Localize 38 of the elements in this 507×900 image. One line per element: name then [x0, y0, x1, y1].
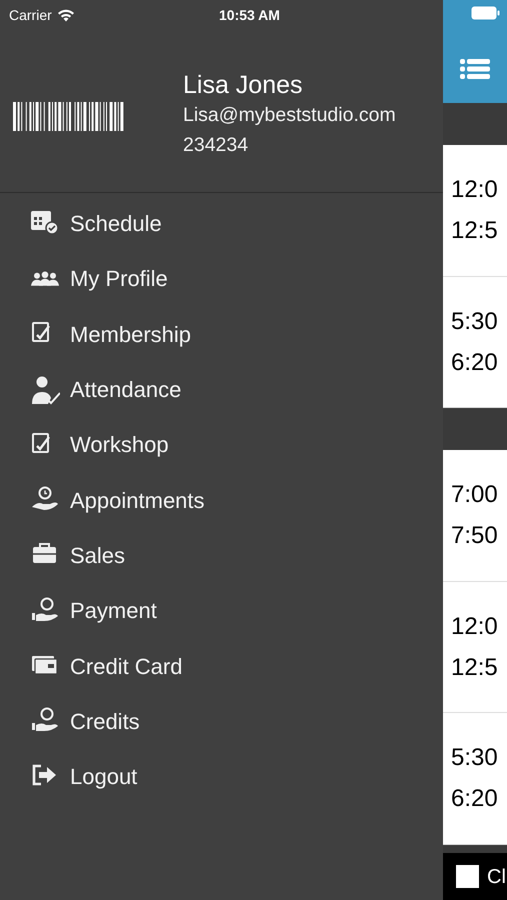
class-row[interactable]: 7:00 7:50	[443, 450, 507, 582]
carrier-label: Carrier	[9, 6, 52, 24]
start-time: 12:0	[451, 612, 499, 642]
menu-item[interactable]: Credit Card	[0, 638, 443, 694]
class-row[interactable]: 5:30 6:20	[443, 276, 507, 408]
end-time: 6:20	[451, 348, 499, 378]
menu-item[interactable]: Appointments	[0, 472, 443, 528]
class-row[interactable]: 12:0 12:5	[443, 582, 507, 713]
start-time: 5:30	[451, 306, 499, 337]
battery-icon	[471, 6, 501, 20]
class-row[interactable]: 5:30 6:20	[443, 713, 507, 844]
end-time: 12:5	[451, 216, 499, 246]
class-row[interactable]: 12:0 12:5	[443, 145, 507, 276]
menu-item[interactable]: Credits	[0, 694, 443, 749]
user-id: 234234	[183, 132, 250, 158]
menu-item[interactable]: Attendance	[0, 362, 443, 418]
menu-item[interactable]: My Profile	[0, 251, 443, 307]
start-time: 5:30	[451, 743, 499, 774]
menu-item[interactable]: Sales	[0, 528, 443, 584]
start-time: 7:00	[451, 480, 499, 510]
menu-item[interactable]: Schedule	[0, 196, 443, 252]
end-time: 7:50	[451, 521, 499, 552]
list-icon[interactable]	[460, 58, 490, 80]
menu-item[interactable]: Membership	[0, 306, 443, 362]
user-email: Lisa@mybeststudio.com	[183, 102, 396, 128]
end-time: 12:5	[451, 652, 499, 683]
menu-item[interactable]: Logout	[0, 748, 443, 804]
wifi-icon	[56, 8, 75, 22]
people-icon	[31, 271, 59, 286]
end-time: 6:20	[451, 784, 499, 814]
bottom-label: Cl	[487, 864, 506, 890]
menu-item[interactable]: Workshop	[0, 417, 443, 472]
checkbox[interactable]	[456, 865, 479, 888]
start-time: 12:0	[451, 175, 499, 206]
person-check-icon	[30, 374, 60, 405]
menu-item[interactable]: Payment	[0, 583, 443, 638]
user-name: Lisa Jones	[183, 70, 304, 100]
status-time: 10:53 AM	[219, 6, 280, 24]
